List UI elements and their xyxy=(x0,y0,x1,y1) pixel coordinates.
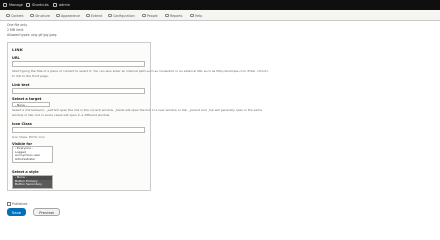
extend-icon xyxy=(86,13,90,18)
tray-item-label: Appearance xyxy=(61,13,81,18)
toolbar-manage-label: Manage xyxy=(9,3,23,7)
toolbar-user-label: admin xyxy=(59,3,70,7)
link-text-label: Link text xyxy=(12,83,30,87)
save-button[interactable]: Save xyxy=(7,208,26,216)
toolbar-manage[interactable]: Manage xyxy=(3,0,23,10)
tray-item-label: People xyxy=(147,13,158,18)
tray-item-extend[interactable]: Extend xyxy=(86,10,102,21)
target-description: Select a link behavior. _self will open … xyxy=(12,108,262,117)
tray-item-label: Structure xyxy=(35,13,50,18)
target-select[interactable]: - None - xyxy=(12,101,50,107)
tray-item-configuration[interactable]: Configuration xyxy=(108,10,135,21)
admin-toolbar: Manage Shortcuts admin xyxy=(0,0,440,10)
visible-for-label: Visible for xyxy=(12,141,33,146)
visible-for-select[interactable]: - Everyone - Logged Anonymous user Admin… xyxy=(12,146,53,163)
url-label: URL xyxy=(12,56,20,60)
visible-for-option[interactable]: Administrator xyxy=(13,157,52,162)
style-option[interactable]: Button Secondary xyxy=(13,183,52,187)
admin-menu-tray: Content Structure Appearance Extend Conf… xyxy=(0,10,440,21)
tray-item-content[interactable]: Content xyxy=(6,10,24,21)
style-select[interactable]: - None - Button Primary Button Secondary xyxy=(12,175,53,189)
url-input[interactable] xyxy=(12,61,145,67)
target-label: Select a target xyxy=(12,97,42,101)
style-label: Select a style xyxy=(12,170,39,174)
tray-item-people[interactable]: People xyxy=(142,10,158,21)
tray-item-appearance[interactable]: Appearance xyxy=(56,10,80,21)
reports-icon xyxy=(165,13,169,18)
published-checkbox[interactable] xyxy=(7,202,11,206)
tray-item-label: Content xyxy=(11,13,24,18)
url-label-text: URL xyxy=(12,56,20,60)
toolbar-shortcuts[interactable]: Shortcuts xyxy=(26,0,49,10)
tray-item-label: Extend xyxy=(91,13,103,18)
toolbar-user[interactable]: admin xyxy=(53,0,70,10)
tray-item-label: Help xyxy=(195,13,203,18)
people-icon xyxy=(142,13,146,18)
upload-help-line-2: 2 MB limit. xyxy=(7,28,25,32)
toolbar-shortcuts-label: Shortcuts xyxy=(32,3,49,7)
menu-icon xyxy=(3,3,7,7)
wrench-icon xyxy=(108,13,112,18)
tray-item-label: Configuration xyxy=(113,13,135,18)
icon-class-label: Icon Class xyxy=(12,122,32,126)
structure-icon xyxy=(30,13,34,18)
upload-help-line-3: Allowed types: png gif jpg jpeg. xyxy=(7,33,58,37)
icon-class-description: Icon Class, fill for icon xyxy=(12,134,45,139)
tray-item-label: Reports xyxy=(170,13,183,18)
url-description: Start typing the title of a piece of con… xyxy=(12,69,269,78)
help-icon xyxy=(190,13,194,18)
tray-item-structure[interactable]: Structure xyxy=(30,10,50,21)
star-icon xyxy=(26,3,30,7)
icon-class-input[interactable] xyxy=(12,127,145,133)
target-selected-value: - None - xyxy=(15,102,27,107)
tray-item-help[interactable]: Help xyxy=(190,10,202,21)
upload-help-line-1: One file only. xyxy=(7,23,28,27)
link-text-input[interactable] xyxy=(12,88,145,94)
link-legend: LINK xyxy=(12,47,24,52)
tray-item-reports[interactable]: Reports xyxy=(165,10,182,21)
preview-button[interactable]: Preview xyxy=(33,208,60,216)
user-icon xyxy=(53,3,57,7)
appearance-icon xyxy=(56,13,60,18)
content-icon xyxy=(6,13,10,18)
published-label: Published xyxy=(12,201,28,206)
